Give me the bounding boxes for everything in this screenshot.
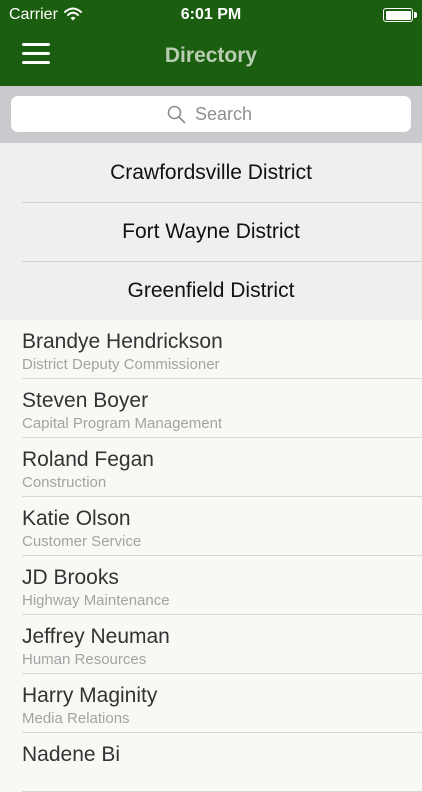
person-role: District Deputy Commissioner xyxy=(22,356,220,373)
search-bar xyxy=(0,86,422,143)
person-name: Nadene Bi xyxy=(22,743,121,766)
person-name: Katie Olson xyxy=(22,507,131,530)
search-field[interactable] xyxy=(11,96,411,132)
list-item[interactable]: Steven Boyer Capital Program Management xyxy=(0,379,422,438)
person-role: Media Relations xyxy=(22,710,130,727)
person-name: Jeffrey Neuman xyxy=(22,625,170,648)
list-item[interactable]: Nadene Bi xyxy=(0,733,422,792)
list-item[interactable]: Harry Maginity Media Relations xyxy=(0,674,422,733)
person-name: Brandye Hendrickson xyxy=(22,330,223,353)
search-icon xyxy=(167,105,186,129)
person-role: Highway Maintenance xyxy=(22,592,170,609)
search-input[interactable] xyxy=(195,104,375,125)
district-item[interactable]: Fort Wayne District xyxy=(0,202,422,261)
person-name: Harry Maginity xyxy=(22,684,158,707)
people-list: Brandye Hendrickson District Deputy Comm… xyxy=(0,320,422,792)
list-item[interactable]: Katie Olson Customer Service xyxy=(0,497,422,556)
district-item[interactable]: Crawfordsville District xyxy=(0,143,422,202)
district-label: Crawfordsville District xyxy=(110,161,312,184)
district-label: Fort Wayne District xyxy=(122,220,300,243)
district-list: Crawfordsville District Fort Wayne Distr… xyxy=(0,143,422,320)
list-item[interactable]: Jeffrey Neuman Human Resources xyxy=(0,615,422,674)
battery-tip xyxy=(414,12,417,18)
person-name: Steven Boyer xyxy=(22,389,149,412)
page-title: Directory xyxy=(164,44,258,67)
person-role: Construction xyxy=(22,474,107,491)
person-name: Roland Fegan xyxy=(22,448,154,471)
battery-level xyxy=(385,10,411,20)
status-time: 6:01 PM xyxy=(180,6,242,23)
battery-icon xyxy=(383,8,417,22)
navigation-bar: Carrier 6:01 PM Directory xyxy=(0,0,422,86)
person-role: Capital Program Management xyxy=(22,415,223,432)
district-item[interactable]: Greenfield District xyxy=(0,261,422,320)
list-item[interactable]: Brandye Hendrickson District Deputy Comm… xyxy=(0,320,422,379)
person-role: Human Resources xyxy=(22,651,147,668)
status-bar: Carrier 6:01 PM xyxy=(0,0,422,30)
person-role: Customer Service xyxy=(22,533,142,550)
person-name: JD Brooks xyxy=(22,566,119,589)
list-item[interactable]: Roland Fegan Construction xyxy=(0,438,422,497)
list-item[interactable]: JD Brooks Highway Maintenance xyxy=(0,556,422,615)
district-label: Greenfield District xyxy=(127,279,295,302)
